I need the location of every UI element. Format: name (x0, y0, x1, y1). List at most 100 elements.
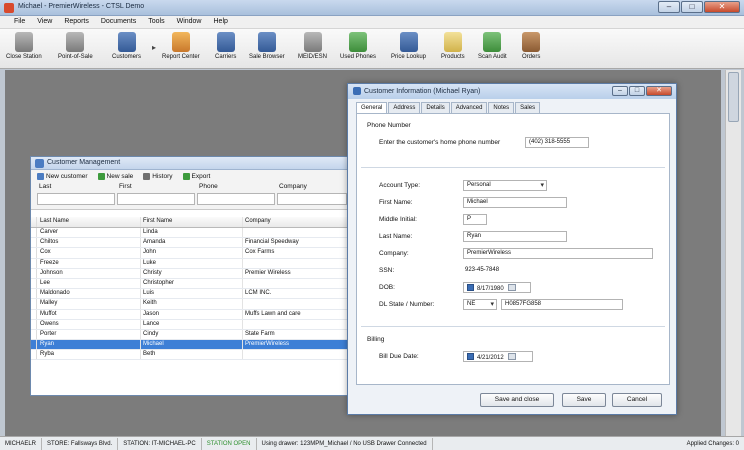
table-row[interactable]: Johnson Christy Premier Wireless (31, 268, 351, 279)
magnifier-icon (257, 32, 276, 52)
menu-help[interactable]: Help (208, 16, 234, 28)
calendar-icon[interactable] (507, 284, 516, 291)
toolbar-meid-esn[interactable]: MEID/ESN (298, 32, 327, 60)
toolbar-used-phones[interactable]: Used Phones (340, 32, 376, 60)
table-row[interactable]: Ryba Beth (31, 350, 351, 361)
history-button[interactable]: History (143, 172, 173, 180)
grid-header-row: Last Name First Name Company (31, 217, 351, 228)
new-sale-icon (97, 172, 105, 180)
table-row[interactable]: Owens Lance (31, 319, 351, 330)
table-row[interactable]: Malley Keith (31, 299, 351, 310)
minimize-button[interactable]: – (658, 1, 680, 13)
table-row[interactable]: Chiltos Amanda Financial Speedway (31, 238, 351, 249)
filter-first-input[interactable] (117, 193, 195, 205)
account-type-label: Account Type: (379, 182, 421, 189)
scrollbar-thumb[interactable] (728, 72, 739, 122)
dl-state-number-label: DL State / Number: (379, 301, 435, 308)
menu-file[interactable]: File (8, 16, 31, 28)
section-divider (361, 326, 665, 327)
filter-last-label: Last (39, 183, 52, 190)
window-title: Michael - PremierWireless - CTSL Demo (18, 3, 145, 10)
toolbar-point-of-sale[interactable]: Point-of-Sale (58, 32, 93, 60)
new-sale-button[interactable]: New sale (97, 172, 133, 180)
dialog-window-controls: – □ ✕ (612, 86, 672, 96)
products-icon (443, 32, 462, 52)
toolbar-orders[interactable]: Orders (522, 32, 540, 60)
table-row[interactable]: Carver Linda (31, 228, 351, 239)
menu-tools[interactable]: Tools (142, 16, 170, 28)
company-input[interactable]: PremierWireless (463, 248, 653, 259)
first-name-input[interactable]: Michael (463, 197, 567, 208)
status-drawer: Using drawer: 123MPM_Michael / No USB Dr… (257, 437, 433, 450)
customers-dropdown-arrow-icon[interactable]: ▸ (152, 43, 156, 52)
export-button[interactable]: Export (182, 172, 210, 180)
bill-due-date-picker[interactable]: 4/21/2012 (463, 351, 533, 362)
dob-checkbox[interactable] (467, 284, 474, 291)
cancel-button[interactable]: Cancel (612, 393, 662, 407)
toolbar-close-station[interactable]: Close Station (6, 32, 42, 60)
calendar-icon[interactable] (507, 353, 516, 360)
table-row[interactable]: Maldonado Luis LCM INC. (31, 289, 351, 300)
maximize-button[interactable]: □ (681, 1, 703, 13)
dl-state-select[interactable]: NE (463, 299, 497, 310)
customer-management-window: Customer Management New customer New sal… (30, 156, 352, 396)
dialog-maximize-button[interactable]: □ (629, 86, 645, 96)
toolbar-scan-audit[interactable]: Scan Audit (478, 32, 507, 60)
toolbar-sale-browser[interactable]: Sale Browser (249, 32, 285, 60)
billing-section-label: Billing (367, 336, 385, 343)
close-button[interactable]: ✕ (704, 1, 740, 13)
filter-phone-input[interactable] (197, 193, 275, 205)
dialog-minimize-button[interactable]: – (612, 86, 628, 96)
filter-last-input[interactable] (37, 193, 115, 205)
phone-prompt-label: Enter the customer's home phone number (379, 139, 501, 146)
phone-number-input[interactable]: (402) 318-5555 (525, 137, 589, 148)
vertical-scrollbar[interactable] (725, 70, 741, 436)
new-customer-button[interactable]: New customer (37, 172, 88, 180)
account-type-select[interactable]: Personal (463, 180, 547, 191)
toolbar-customers[interactable]: Customers (112, 32, 141, 60)
table-row[interactable]: Porter Cindy State Farm (31, 329, 351, 341)
shopping-cart-icon (66, 32, 85, 52)
dialog-close-button[interactable]: ✕ (646, 86, 672, 96)
customer-information-title: Customer Information (Michael Ryan) (364, 88, 481, 95)
menu-documents[interactable]: Documents (95, 16, 142, 28)
column-first-name[interactable]: First Name (141, 217, 243, 227)
customer-management-title: Customer Management (47, 159, 121, 166)
middle-initial-input[interactable]: P (463, 214, 487, 225)
menu-window[interactable]: Window (171, 16, 208, 28)
toolbar-report-center[interactable]: Report Center (162, 32, 200, 60)
status-station-state: STATION OPEN (202, 437, 257, 450)
toolbar-products[interactable]: Products (441, 32, 465, 60)
carrier-tower-icon (216, 32, 235, 52)
middle-initial-label: Middle Initial: (379, 216, 417, 223)
filter-company-input[interactable] (277, 193, 347, 205)
filter-company-label: Company (279, 183, 307, 190)
status-store: STORE: Fallsways Blvd. (42, 437, 119, 450)
last-name-input[interactable]: Ryan (463, 231, 567, 242)
customer-management-title-bar[interactable]: Customer Management (31, 157, 351, 170)
menu-reports[interactable]: Reports (58, 16, 95, 28)
column-company[interactable]: Company (243, 217, 351, 227)
menu-view[interactable]: View (31, 16, 58, 28)
bill-due-checkbox[interactable] (467, 353, 474, 360)
app-icon (4, 3, 14, 13)
save-and-close-button[interactable]: Save and close (480, 393, 554, 407)
window-controls: – □ ✕ (658, 1, 740, 13)
customer-information-title-bar[interactable]: Customer Information (Michael Ryan) – □ … (348, 84, 676, 99)
dob-date-picker[interactable]: 8/17/1980 (463, 282, 531, 293)
toolbar-price-lookup[interactable]: Price Lookup (391, 32, 426, 60)
customer-management-toolbar: New customer New sale History Export (31, 170, 351, 182)
new-customer-icon (37, 172, 44, 180)
table-row[interactable]: Muffot Jason Muffs Lawn and care (31, 309, 351, 320)
column-last-name[interactable]: Last Name (37, 217, 141, 227)
table-row[interactable]: Lee Christopher (31, 278, 351, 290)
save-button[interactable]: Save (562, 393, 606, 407)
table-row[interactable]: Freeze Luke (31, 258, 351, 269)
table-row[interactable]: Cox John Cox Farms (31, 248, 351, 259)
dl-number-input[interactable]: H0857FG858 (501, 299, 623, 310)
customers-window-icon (35, 159, 44, 168)
table-row-selected[interactable]: Ryan Michael PremierWireless (31, 340, 351, 351)
company-label: Company: (379, 250, 409, 257)
toolbar-carriers[interactable]: Carriers (215, 32, 236, 60)
close-station-icon (14, 32, 33, 52)
